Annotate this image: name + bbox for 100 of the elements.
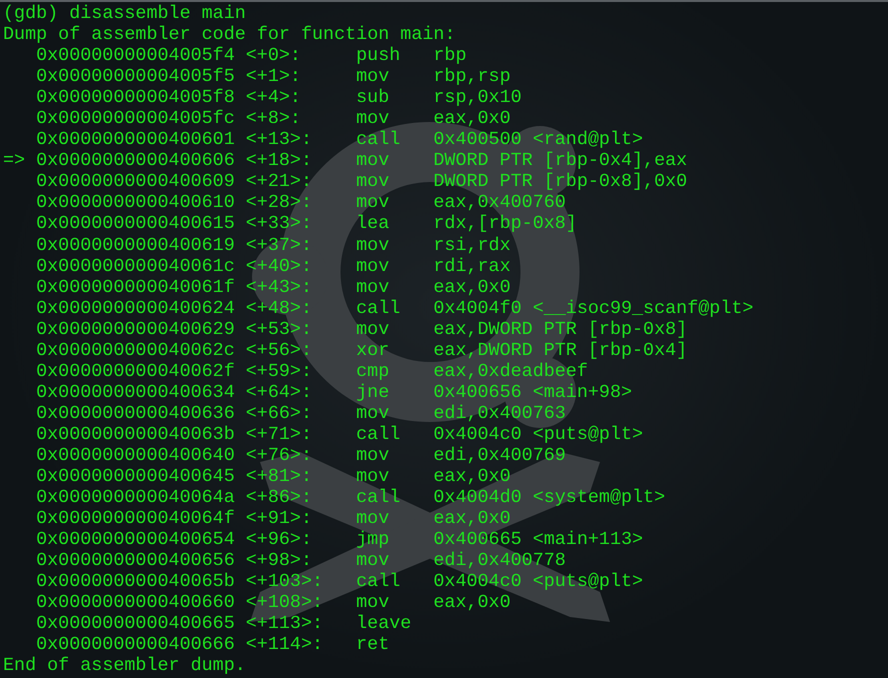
instruction-address: 0x0000000000400610: [36, 192, 235, 214]
instruction-offset: <+76>:: [246, 444, 312, 466]
instruction-operands: rsi,rdx: [433, 234, 511, 256]
instruction-address: 0x000000000040061f: [36, 276, 235, 298]
instruction-mnemonic: xor: [356, 340, 390, 361]
instruction-operands: 0x4004d0 <system@plt>: [433, 487, 666, 508]
instruction-mnemonic: lea: [356, 213, 390, 234]
instruction-offset: <+21>:: [246, 171, 312, 192]
instruction-mnemonic: mov: [356, 150, 390, 172]
instruction-mnemonic: push: [356, 45, 400, 66]
instruction-operands: DWORD PTR [rbp-0x8],0x0: [433, 171, 688, 192]
instruction-mnemonic: mov: [356, 592, 390, 614]
instruction-address: 0x0000000000400619: [36, 234, 235, 256]
instruction-operands: eax,DWORD PTR [rbp-0x8]: [433, 318, 688, 340]
instruction-operands: eax,0x0: [433, 592, 511, 614]
instruction-mnemonic: mov: [356, 192, 390, 214]
instruction-operands: eax,0x0: [433, 508, 511, 530]
instruction-address: 0x0000000000400601: [36, 129, 235, 150]
instruction-mnemonic: call: [356, 424, 400, 445]
instruction-operands: rdx,[rbp-0x8]: [433, 213, 577, 235]
instruction-operands: 0x4004f0 <__isoc99_scanf@plt>: [433, 298, 754, 319]
instruction-operands: rbp: [433, 45, 466, 66]
instruction-offset: <+59>:: [246, 360, 312, 382]
instruction-offset: <+40>:: [246, 256, 312, 277]
instruction-mnemonic: mov: [356, 402, 390, 424]
instruction-operands: eax,0x0: [433, 276, 511, 298]
instruction-offset: <+113>:: [246, 613, 324, 634]
instruction-address: 0x00000000004005fc: [36, 108, 235, 130]
instruction-offset: <+103>:: [246, 571, 324, 592]
instruction-operands: rbp,rsp: [433, 66, 511, 88]
instruction-mnemonic: jmp: [356, 529, 390, 550]
instruction-operands: 0x4004c0 <puts@plt>: [433, 571, 644, 592]
instruction-address: 0x0000000000400606: [36, 150, 235, 172]
instruction-offset: <+81>:: [246, 466, 312, 488]
instruction-operands: 0x400665 <main+113>: [433, 529, 644, 550]
instruction-operands: rsp,0x10: [433, 87, 522, 108]
instruction-offset: <+43>:: [246, 276, 312, 298]
instruction-operands: 0x4004c0 <puts@plt>: [433, 424, 644, 445]
instruction-address: 0x000000000040064a: [36, 487, 235, 508]
instruction-address: 0x000000000040062f: [36, 360, 235, 382]
instruction-mnemonic: mov: [356, 234, 390, 256]
instruction-mnemonic: call: [356, 571, 400, 592]
instruction-mnemonic: mov: [356, 550, 390, 572]
instruction-address: 0x0000000000400660: [36, 592, 235, 614]
instruction-offset: <+56>:: [246, 340, 312, 361]
instruction-address: 0x0000000000400640: [36, 444, 235, 466]
instruction-mnemonic: mov: [356, 256, 390, 277]
instruction-mnemonic: jne: [356, 382, 390, 403]
instruction-offset: <+86>:: [246, 487, 312, 508]
instruction-address: 0x0000000000400629: [36, 318, 235, 340]
instruction-offset: <+98>:: [246, 550, 312, 572]
instruction-mnemonic: mov: [356, 108, 390, 130]
current-line-marker: =>: [3, 150, 26, 172]
instruction-offset: <+13>:: [246, 129, 312, 150]
gdb-command: (gdb) disassemble main: [3, 3, 247, 24]
instruction-operands: edi,0x400769: [433, 444, 566, 466]
instruction-mnemonic: mov: [356, 318, 390, 340]
instruction-address: 0x000000000040061c: [36, 256, 235, 277]
instruction-mnemonic: cmp: [356, 360, 390, 382]
instruction-operands: eax,0x0: [433, 466, 511, 488]
instruction-mnemonic: mov: [356, 276, 390, 298]
instruction-mnemonic: mov: [356, 466, 390, 488]
instruction-offset: <+37>:: [246, 234, 312, 256]
instruction-address: 0x00000000004005f5: [36, 66, 235, 88]
instruction-operands: 0x400656 <main+98>: [433, 382, 632, 403]
instruction-offset: <+0>:: [246, 45, 301, 66]
instruction-mnemonic: call: [356, 298, 400, 319]
instruction-offset: <+8>:: [246, 108, 301, 130]
instruction-mnemonic: call: [356, 487, 400, 508]
instruction-address: 0x0000000000400656: [36, 550, 235, 572]
instruction-offset: <+28>:: [246, 192, 312, 214]
instruction-mnemonic: mov: [356, 171, 390, 192]
instruction-mnemonic: ret: [356, 634, 390, 656]
instruction-offset: <+33>:: [246, 213, 312, 234]
instruction-address: 0x000000000040065b: [36, 571, 235, 592]
instruction-operands: edi,0x400778: [433, 550, 566, 572]
instruction-address: 0x0000000000400654: [36, 529, 235, 550]
instruction-operands: eax,DWORD PTR [rbp-0x4]: [433, 340, 688, 361]
dump-footer: End of assembler dump.: [3, 655, 888, 676]
instruction-mnemonic: call: [356, 129, 400, 150]
instruction-offset: <+1>:: [246, 66, 301, 88]
instruction-offset: <+64>:: [246, 382, 312, 403]
instruction-address: 0x0000000000400624: [36, 298, 235, 319]
instruction-offset: <+71>:: [246, 424, 312, 445]
instruction-address: 0x00000000004005f4: [36, 45, 235, 66]
instruction-address: 0x000000000040063b: [36, 424, 235, 445]
instruction-offset: <+108>:: [246, 592, 324, 614]
instruction-mnemonic: leave: [356, 613, 412, 634]
instruction-operands: eax,0x0: [433, 108, 511, 130]
instruction-operands: eax,0xdeadbeef: [433, 360, 588, 382]
instruction-mnemonic: mov: [356, 508, 390, 530]
instruction-offset: <+66>:: [246, 402, 312, 424]
dump-header: Dump of assembler code for function main:: [3, 24, 456, 46]
instruction-address: 0x00000000004005f8: [36, 87, 235, 108]
instruction-mnemonic: mov: [356, 66, 390, 88]
instruction-operands: DWORD PTR [rbp-0x4],eax: [433, 150, 688, 172]
instruction-address: 0x0000000000400666: [36, 634, 235, 656]
instruction-address: 0x0000000000400615: [36, 213, 235, 234]
instruction-operands: eax,0x400760: [433, 192, 566, 214]
instruction-offset: <+114>:: [246, 634, 324, 656]
